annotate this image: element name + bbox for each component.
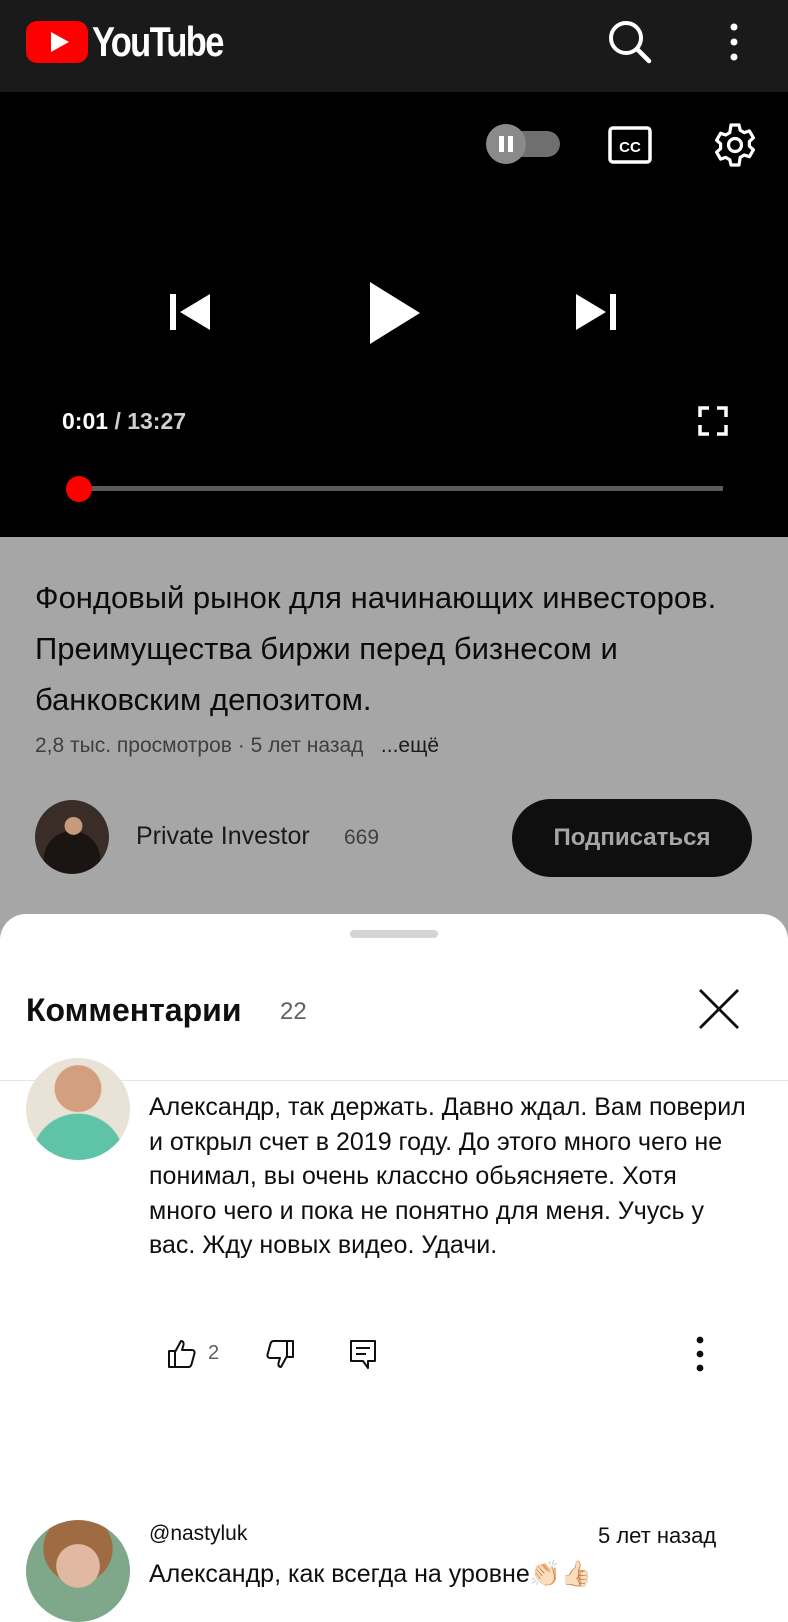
comment-author[interactable]: @nastyluk	[149, 1522, 247, 1546]
close-comments-button[interactable]	[694, 984, 744, 1034]
fullscreen-icon	[698, 406, 728, 436]
search-icon	[609, 21, 652, 64]
gear-icon	[715, 123, 755, 167]
time-display: 0:01 / 13:27	[62, 408, 186, 435]
closed-captions-icon: CC	[608, 126, 652, 164]
play-button[interactable]	[368, 280, 424, 346]
skip-next-icon	[576, 294, 616, 330]
play-icon	[370, 282, 420, 344]
close-icon	[699, 989, 739, 1029]
thumb-down-icon	[266, 1340, 294, 1368]
settings-button[interactable]	[712, 122, 758, 168]
next-video-button[interactable]	[572, 288, 620, 336]
progress-scrubber[interactable]	[66, 476, 92, 502]
more-description-link[interactable]: ...ещё	[381, 734, 439, 757]
comment-timestamp: 5 лет назад	[598, 1523, 717, 1548]
more-options-button[interactable]	[716, 18, 752, 66]
comments-count: 22	[280, 998, 307, 1025]
time-separator: /	[114, 408, 121, 434]
pause-icon	[486, 124, 526, 164]
comment-text: Александр, так держать. Давно ждал. Вам …	[149, 1093, 746, 1259]
current-time: 0:01	[62, 408, 109, 434]
youtube-play-logo-icon	[26, 21, 88, 63]
like-button[interactable]	[166, 1338, 198, 1370]
duration: 13:27	[127, 408, 187, 434]
dislike-button[interactable]	[264, 1338, 296, 1370]
fullscreen-button[interactable]	[698, 406, 728, 436]
reply-comment-icon	[350, 1340, 376, 1369]
svg-text:CC: CC	[619, 139, 641, 156]
channel-name[interactable]: Private Investor	[136, 822, 310, 851]
comment-author-avatar[interactable]	[26, 1058, 130, 1160]
more-vert-icon	[730, 23, 738, 61]
comment-text: Александр, как всегда на уровне👏🏻👍🏻	[149, 1560, 593, 1588]
video-title[interactable]: Фондовый рынок для начинающих инвесторов…	[35, 572, 755, 725]
logo-wordmark: YouTube	[92, 18, 224, 65]
thumb-up-icon	[168, 1340, 196, 1368]
channel-avatar[interactable]	[35, 800, 109, 874]
previous-video-button[interactable]	[168, 288, 216, 336]
subscriber-count: 669	[344, 826, 380, 849]
youtube-logo[interactable]: YouTube	[26, 18, 251, 66]
sheet-drag-handle[interactable]	[350, 930, 438, 938]
more-vert-icon	[696, 1336, 704, 1372]
progress-bar[interactable]	[78, 486, 723, 491]
comments-title: Комментарии	[26, 992, 242, 1028]
like-count: 2	[208, 1342, 220, 1364]
views-and-date: 2,8 тыс. просмотров · 5 лет назад	[35, 734, 364, 757]
captions-button[interactable]: CC	[608, 126, 652, 164]
reply-button[interactable]	[348, 1338, 378, 1370]
search-button[interactable]	[606, 18, 654, 66]
subscribe-button[interactable]: Подписаться	[512, 799, 752, 877]
autoplay-toggle[interactable]	[486, 124, 562, 164]
video-metadata[interactable]: 2,8 тыс. просмотров · 5 лет назад ...ещё	[35, 734, 439, 758]
skip-previous-icon	[170, 294, 210, 330]
comment-options-button[interactable]	[686, 1334, 714, 1374]
comment-author-avatar[interactable]	[26, 1520, 130, 1622]
